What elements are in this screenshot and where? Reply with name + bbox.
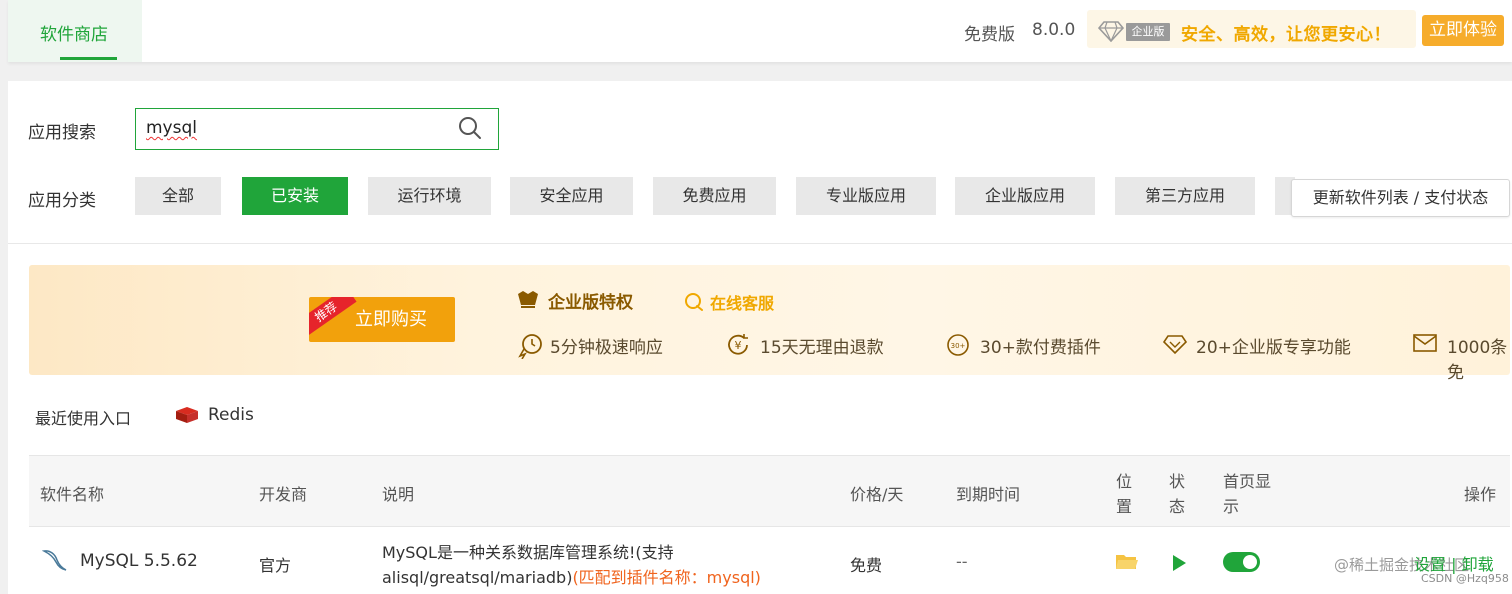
play-icon[interactable] bbox=[1171, 554, 1187, 572]
category-free[interactable]: 免费应用 bbox=[653, 177, 776, 215]
search-label: 应用搜索 bbox=[28, 123, 96, 143]
divider bbox=[8, 243, 1512, 244]
category-pro[interactable]: 专业版应用 bbox=[796, 177, 936, 215]
category-runtime[interactable]: 运行环境 bbox=[368, 177, 491, 215]
feature-fast-response: 5分钟极速响应 bbox=[550, 338, 663, 358]
category-security[interactable]: 安全应用 bbox=[510, 177, 633, 215]
tab-software-store-label[interactable]: 软件商店 bbox=[40, 20, 108, 45]
table-header bbox=[29, 455, 1510, 527]
recent-item-redis[interactable]: Redis bbox=[208, 405, 254, 425]
category-label: 应用分类 bbox=[28, 191, 96, 211]
category-thirdparty[interactable]: 第三方应用 bbox=[1115, 177, 1255, 215]
refund-icon: ¥ bbox=[728, 334, 748, 355]
col-expire: 到期时间 bbox=[956, 485, 1021, 504]
search-input-value[interactable]: mysql bbox=[146, 118, 197, 138]
enterprise-privileges-title: 企业版特权 bbox=[548, 293, 633, 313]
feature-plugins: 30+款付费插件 bbox=[980, 338, 1101, 358]
col-location-2: 置 bbox=[1116, 497, 1133, 516]
svg-text:¥: ¥ bbox=[735, 339, 742, 352]
feature-sms: 1000条免 bbox=[1447, 338, 1508, 383]
row-developer: 官方 bbox=[259, 556, 292, 575]
version-label: 8.0.0 bbox=[1032, 20, 1076, 40]
mail-icon bbox=[1413, 334, 1437, 352]
row-name: MySQL 5.5.62 bbox=[80, 551, 198, 571]
homepage-toggle[interactable] bbox=[1223, 552, 1260, 572]
crown-icon bbox=[518, 291, 538, 308]
redis-icon[interactable] bbox=[175, 405, 199, 425]
recommend-ribbon: 推荐 bbox=[309, 297, 357, 338]
col-description: 说明 bbox=[382, 485, 415, 504]
row-desc-hint: (匹配到插件名称：mysql) bbox=[572, 568, 761, 587]
mysql-dolphin-icon bbox=[42, 550, 67, 571]
plugins-icon: 30+ bbox=[947, 334, 969, 356]
tab-active-indicator bbox=[60, 57, 117, 60]
col-developer: 开发商 bbox=[259, 485, 308, 504]
row-desc-line1: MySQL是一种关系数据库管理系统!(支持 bbox=[382, 543, 674, 562]
col-price: 价格/天 bbox=[850, 485, 904, 504]
col-homepage-1: 首页显 bbox=[1223, 472, 1272, 491]
buy-now-label[interactable]: 立即购买 bbox=[355, 297, 427, 342]
online-service-link[interactable]: 在线客服 bbox=[710, 290, 774, 314]
trial-button[interactable]: 立即体验 bbox=[1422, 15, 1504, 46]
category-enterprise[interactable]: 企业版应用 bbox=[955, 177, 1095, 215]
row-price: 免费 bbox=[850, 556, 883, 575]
buy-now-button[interactable]: 推荐 立即购买 bbox=[309, 297, 455, 342]
toggle-knob bbox=[1243, 555, 1257, 569]
row-desc-line2: alisql/greatsql/mariadb)(匹配到插件名称：mysql) bbox=[382, 564, 761, 588]
category-all[interactable]: 全部 bbox=[135, 177, 221, 215]
category-installed[interactable]: 已安装 bbox=[242, 177, 348, 215]
row-expire: -- bbox=[956, 552, 968, 571]
chat-icon[interactable] bbox=[683, 292, 705, 312]
col-homepage-2: 示 bbox=[1223, 497, 1240, 516]
search-icon[interactable] bbox=[458, 116, 482, 140]
lightning-clock-icon bbox=[518, 334, 542, 359]
gem-icon bbox=[1163, 335, 1187, 355]
edition-label: 免费版 bbox=[964, 25, 1015, 45]
svg-text:30+: 30+ bbox=[951, 342, 966, 350]
feature-refund: 15天无理由退款 bbox=[760, 338, 884, 358]
col-location-1: 位 bbox=[1116, 472, 1133, 491]
col-status-1: 状 bbox=[1169, 472, 1186, 491]
col-status-2: 态 bbox=[1169, 497, 1186, 516]
col-operations: 操作 bbox=[1464, 485, 1497, 504]
enterprise-badge: 企业版 bbox=[1126, 23, 1170, 41]
recent-entries-label: 最近使用入口 bbox=[35, 409, 132, 428]
refresh-list-button[interactable]: 更新软件列表 / 支付状态 bbox=[1291, 179, 1510, 217]
watermark-csdn: CSDN @Hzq958 bbox=[1421, 572, 1509, 585]
row-desc-line2-text: alisql/greatsql/mariadb) bbox=[382, 568, 573, 587]
folder-icon[interactable] bbox=[1115, 553, 1139, 571]
feature-enterprise-functions: 20+企业版专享功能 bbox=[1196, 338, 1351, 358]
col-name: 软件名称 bbox=[40, 485, 105, 504]
diamond-icon bbox=[1098, 21, 1124, 42]
enterprise-banner bbox=[29, 265, 1510, 375]
promo-slogan[interactable]: 安全、高效，让您更安心！ bbox=[1181, 20, 1391, 45]
